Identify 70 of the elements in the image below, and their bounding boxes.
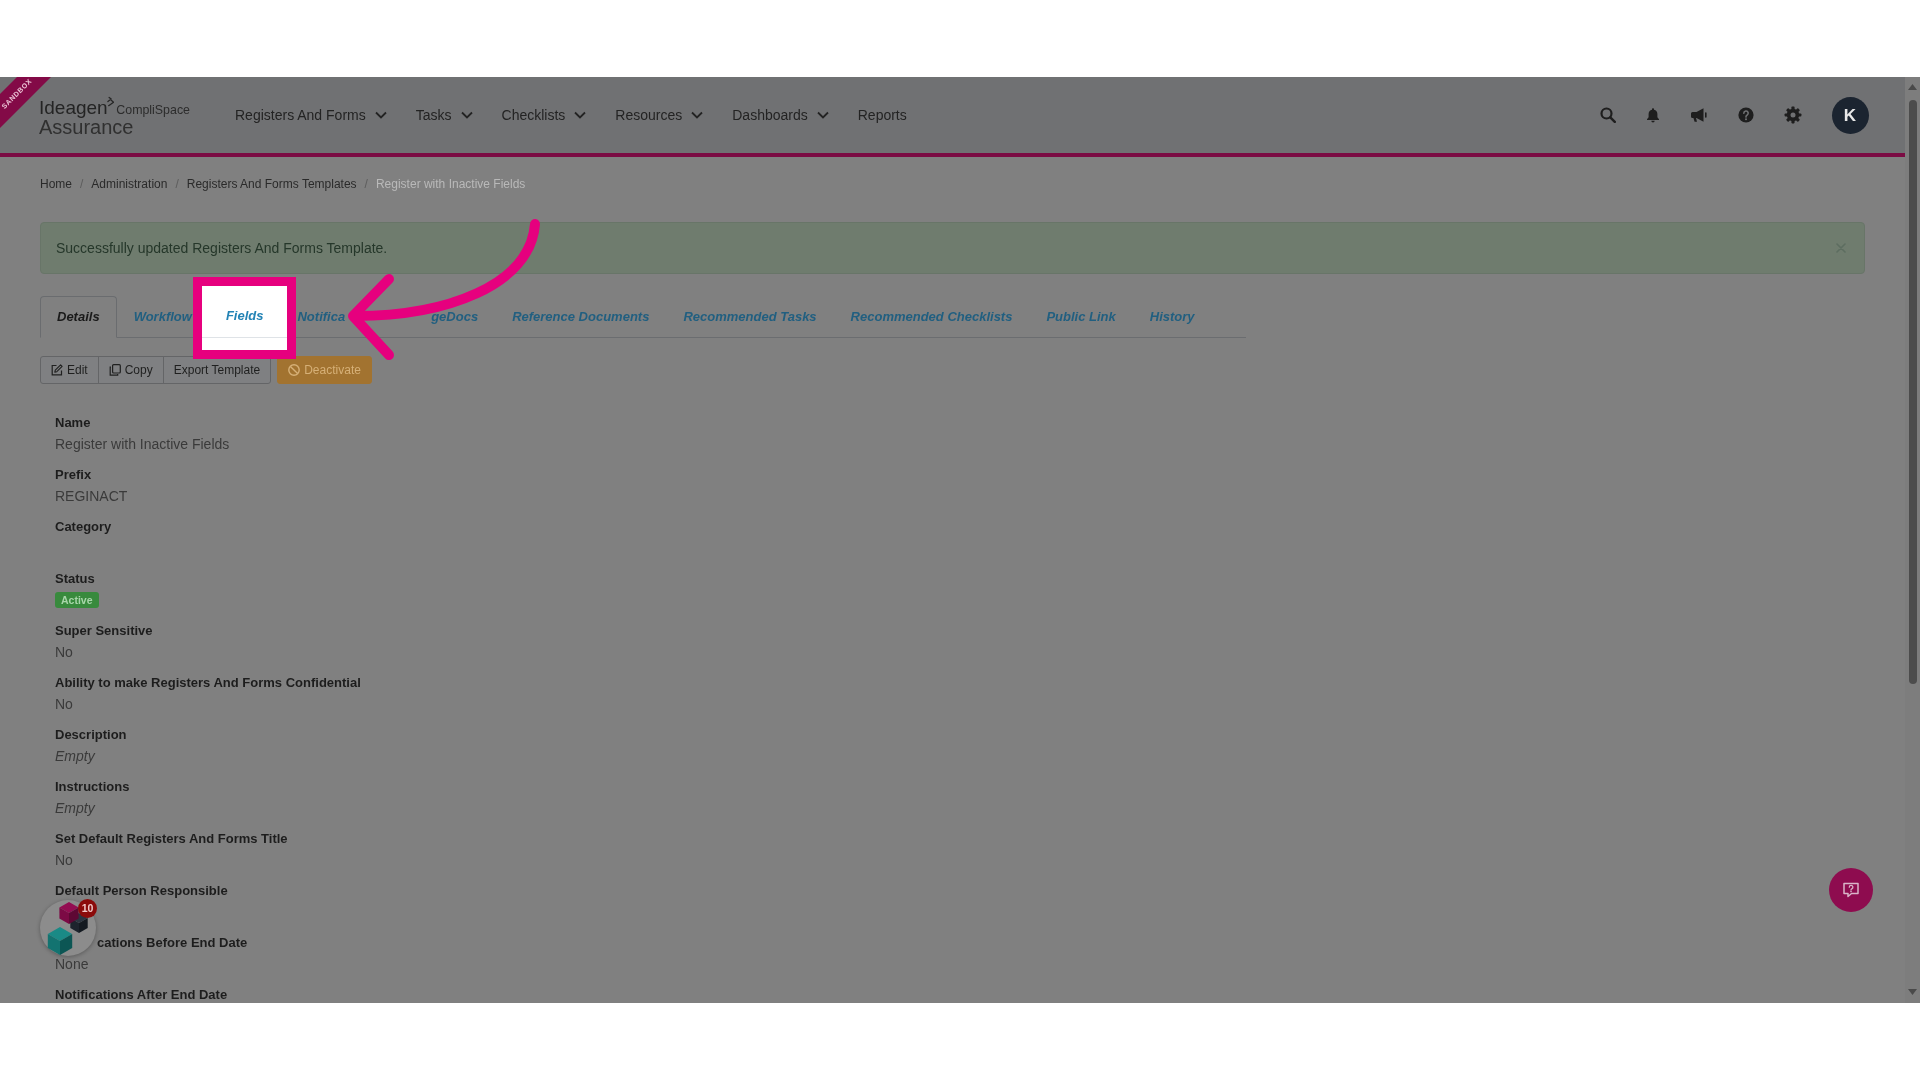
deactivate-button[interactable]: Deactivate — [277, 356, 372, 384]
tab[interactable]: Recommended Tasks — [666, 296, 834, 338]
field-value: None — [55, 956, 89, 972]
field-label: Ability to make Registers And Forms Confidential — [55, 675, 361, 691]
chevron-down-icon — [374, 111, 387, 119]
nav-menu-item[interactable]: Resources — [615, 105, 704, 125]
bell-icon[interactable] — [1645, 107, 1660, 123]
field-value: Register with Inactive Fields — [55, 436, 230, 452]
field-label: cations Before End Date — [97, 935, 248, 951]
breadcrumb-link[interactable]: Home — [40, 175, 72, 193]
field-label: Set Default Registers And Forms Title — [55, 831, 288, 847]
field-label: Category — [55, 519, 112, 535]
scrollbar-thumb[interactable] — [1908, 100, 1917, 684]
field-label: Description — [55, 727, 127, 743]
breadcrumb-separator: / — [79, 176, 85, 193]
help-chat-button[interactable] — [1829, 868, 1873, 912]
help-icon[interactable] — [1737, 107, 1754, 123]
ban-icon — [288, 364, 301, 376]
nav-menu-item[interactable]: Checklists — [501, 105, 587, 125]
field-value: No — [55, 696, 73, 712]
field-value: No — [55, 644, 73, 660]
settings-icon[interactable] — [1783, 106, 1802, 124]
field-label: Default Person Responsible — [55, 883, 228, 899]
megaphone-icon[interactable] — [1689, 107, 1708, 123]
nav-menu-item[interactable]: Reports — [857, 105, 907, 125]
field-label: Prefix — [55, 467, 92, 483]
breadcrumb-separator: / — [174, 176, 180, 193]
tab[interactable]: History — [1132, 296, 1212, 338]
copy-button[interactable]: Copy — [97, 356, 164, 384]
field-value: REGINACT — [55, 488, 128, 504]
chevron-down-icon — [816, 111, 829, 119]
nav-menu-item[interactable]: Dashboards — [732, 105, 829, 125]
field-label: Status — [55, 571, 95, 587]
pencil-square-icon — [51, 364, 63, 376]
product-name: CompliSpace — [116, 102, 190, 119]
tab[interactable]: Recommended Checklists — [833, 296, 1030, 338]
breadcrumb-separator: / — [363, 176, 369, 193]
user-avatar[interactable]: K — [1831, 96, 1869, 134]
breadcrumb-link[interactable]: Registers And Forms Templates — [186, 175, 357, 193]
field-value: No — [55, 852, 73, 868]
notification-count: 10 — [78, 899, 97, 918]
chevron-down-icon — [691, 111, 704, 119]
field-value: Empty — [55, 748, 95, 764]
nav-menu-item[interactable]: Registers And Forms — [235, 105, 387, 125]
tab[interactable]: Details — [40, 296, 117, 338]
tab[interactable]: Notifica — [296, 296, 347, 338]
alert-message: Successfully updated Registers And Forms Template. — [56, 239, 388, 258]
chevron-down-icon — [460, 111, 473, 119]
tab[interactable]: Public Link — [1029, 296, 1133, 338]
chevron-down-icon — [574, 111, 587, 119]
tab[interactable]: Reference Documents — [495, 296, 667, 338]
field-label: Instructions — [55, 779, 130, 795]
field-label: Notifications After End Date — [55, 987, 228, 1003]
scroll-up-icon[interactable] — [1908, 84, 1917, 90]
launcher-button[interactable] — [40, 900, 96, 956]
tab[interactable]: geDocs — [430, 296, 496, 338]
field-label: Name — [55, 415, 91, 431]
field-value: Empty — [55, 800, 95, 816]
tab[interactable]: Workflow — [116, 296, 193, 338]
breadcrumb-current: Register with Inactive Fields — [375, 176, 526, 193]
status-badge: Active — [55, 592, 99, 608]
nav-menu-item[interactable]: Tasks — [415, 105, 473, 125]
breadcrumb-link[interactable]: Administration — [91, 175, 168, 193]
chevron-mark-icon — [106, 95, 115, 108]
search-icon[interactable] — [1599, 107, 1616, 123]
copy-icon — [108, 364, 121, 376]
field-label: Super Sensitive — [55, 623, 153, 639]
edit-button[interactable]: Edit — [40, 356, 99, 384]
question-bubble-icon — [1842, 881, 1860, 899]
scroll-down-icon[interactable] — [1908, 989, 1917, 995]
